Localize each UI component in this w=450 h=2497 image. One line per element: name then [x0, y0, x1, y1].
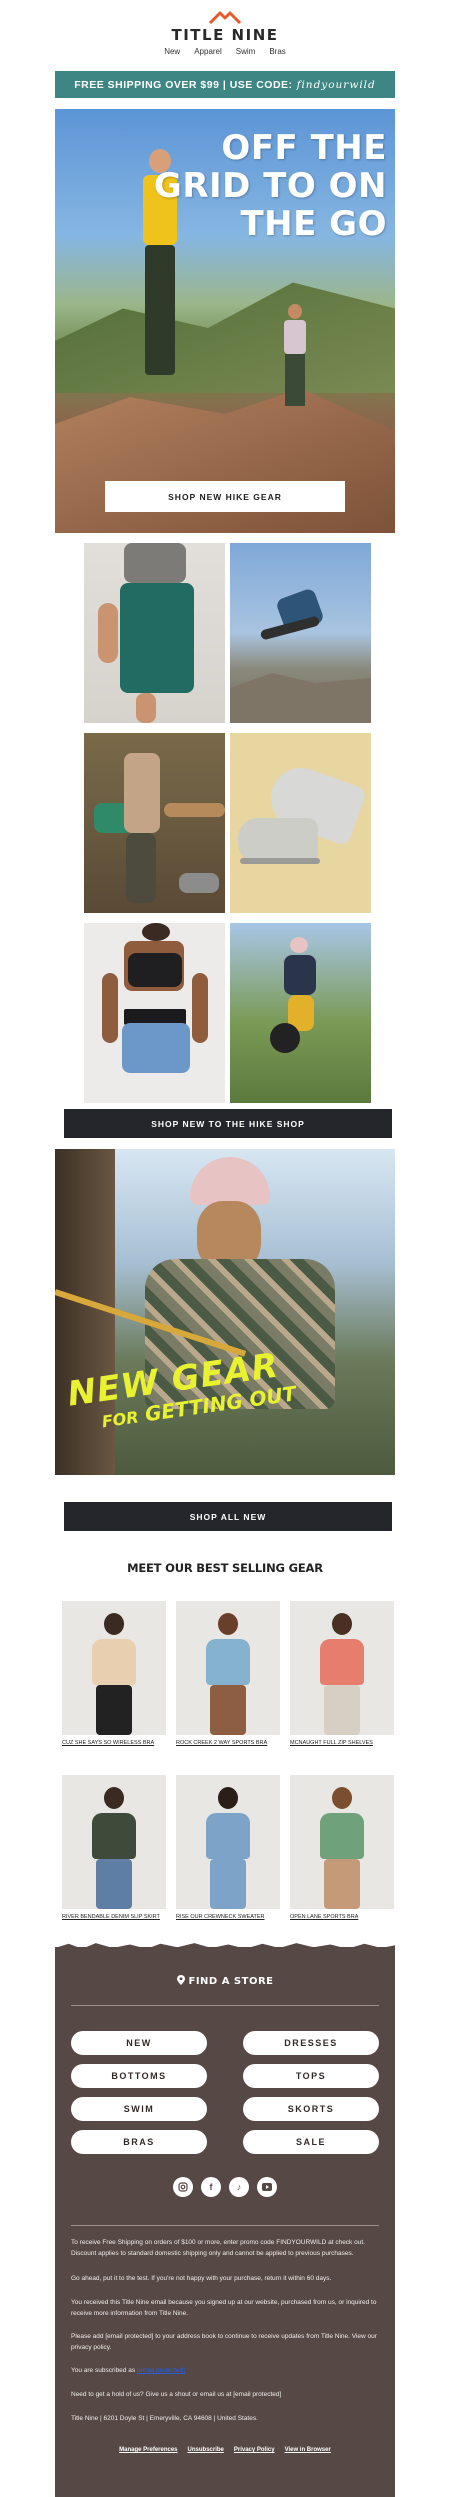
hiker-pants-tile[interactable]: [84, 543, 225, 723]
privacy-policy-link[interactable]: Privacy Policy: [234, 2447, 275, 2453]
category-sale[interactable]: SALE: [243, 2130, 379, 2154]
footer-divider: [71, 2005, 379, 2006]
new-gear-feature-image[interactable]: NEW GEAR FOR GETTING OUT: [55, 1149, 395, 1475]
category-new[interactable]: NEW: [71, 2031, 207, 2055]
product-name[interactable]: RIVER BENDABLE DENIM SLIP SKIRT: [62, 1914, 166, 1921]
shop-new-hike-gear-button[interactable]: SHOP NEW HIKE GEAR: [105, 481, 345, 512]
signup-disclaimer: You received this Title Nine email becau…: [71, 2299, 377, 2317]
promo-code: findyourwild: [296, 78, 376, 91]
subscriber-email-link[interactable]: [email protected]: [137, 2367, 185, 2374]
feature-cap: [190, 1157, 270, 1205]
shop-all-new-button[interactable]: SHOP ALL NEW: [64, 1502, 392, 1531]
jumping-hiker-tile[interactable]: [230, 543, 371, 723]
sports-bra-shorts-tile[interactable]: [84, 923, 225, 1103]
youtube-icon[interactable]: [257, 2177, 277, 2197]
product-card[interactable]: RISE OUR CREWNECK SWEATER: [176, 1775, 280, 1921]
hero-mountain-backdrop: [55, 282, 395, 393]
product-name[interactable]: MCNAUGHT FULL ZIP SHELVES: [290, 1740, 394, 1747]
tiktok-icon[interactable]: ♪: [229, 2177, 249, 2197]
free-shipping-disclaimer: To receive Free Shipping on orders of $1…: [71, 2239, 365, 2257]
product-photo[interactable]: [62, 1601, 166, 1735]
product-name[interactable]: CUZ SHE SAYS SO WIRELESS BRA: [62, 1740, 166, 1747]
promo-text: FREE SHIPPING OVER $99 | USE CODE:: [74, 78, 293, 91]
product-card[interactable]: CUZ SHE SAYS SO WIRELESS BRA: [62, 1601, 166, 1747]
social-links: f ♪: [55, 2177, 395, 2197]
product-name[interactable]: OPEN LANE SPORTS BRA: [290, 1914, 394, 1921]
category-skorts[interactable]: SKORTS: [243, 2097, 379, 2121]
contact-help: Need to get a hold of us? Give us a shou…: [71, 2391, 282, 2398]
category-bottoms[interactable]: BOTTOMS: [71, 2064, 207, 2088]
product-photo[interactable]: [290, 1775, 394, 1909]
returns-disclaimer: Go ahead, put it to the test. If you're …: [71, 2275, 332, 2282]
email-footer: FIND A STORE NEW DRESSES BOTTOMS TOPS SW…: [55, 1943, 395, 2497]
view-in-browser-link[interactable]: View in Browser: [285, 2447, 331, 2453]
nav-item-swim[interactable]: Swim: [236, 47, 256, 56]
category-bras[interactable]: BRAS: [71, 2130, 207, 2154]
hero-image[interactable]: OFF THE GRID TO ON THE GO SHOP NEW HIKE …: [55, 109, 395, 533]
brand-name: TITLE NINE: [171, 26, 279, 44]
email-header: TITLE NINE New Apparel Swim Bras: [0, 0, 450, 60]
subscribed-as: You are subscribed as [email protected]: [71, 2367, 185, 2374]
free-shipping-banner[interactable]: FREE SHIPPING OVER $99 | USE CODE: findy…: [55, 71, 395, 98]
manage-preferences-link[interactable]: Manage Preferences: [119, 2447, 177, 2453]
category-swim[interactable]: SWIM: [71, 2097, 207, 2121]
shop-hike-shop-button[interactable]: SHOP NEW TO THE HIKE SHOP: [64, 1109, 392, 1138]
nav-item-apparel[interactable]: Apparel: [194, 47, 222, 56]
top-nav: New Apparel Swim Bras: [0, 47, 450, 56]
camp-table-tile[interactable]: [84, 733, 225, 913]
product-photo[interactable]: [290, 1601, 394, 1735]
facebook-icon[interactable]: f: [201, 2177, 221, 2197]
hero-headline: OFF THE GRID TO ON THE GO: [153, 128, 387, 244]
address-book-disclaimer: Please add [email protected] to your add…: [71, 2333, 377, 2351]
product-name[interactable]: RISE OUR CREWNECK SWEATER: [176, 1914, 280, 1921]
hero-hiker-secondary: [280, 304, 310, 414]
nav-item-new[interactable]: New: [164, 47, 180, 56]
product-card[interactable]: OPEN LANE SPORTS BRA: [290, 1775, 394, 1921]
product-card[interactable]: ROCK CREEK 2 WAY SPORTS BRA: [176, 1601, 280, 1747]
product-card[interactable]: MCNAUGHT FULL ZIP SHELVES: [290, 1601, 394, 1747]
product-photo[interactable]: [62, 1775, 166, 1909]
best-sellers-title: MEET OUR BEST SELLING GEAR: [127, 1561, 323, 1575]
footer-links: Manage Preferences Unsubscribe Privacy P…: [55, 2447, 395, 2453]
torn-paper-edge: [55, 1943, 395, 1955]
nav-item-bras[interactable]: Bras: [269, 47, 285, 56]
company-address: Title Nine | 6201 Doyle St | Emeryville,…: [71, 2415, 258, 2422]
hiking-shoes-tile[interactable]: [230, 733, 371, 913]
product-photo[interactable]: [176, 1775, 280, 1909]
footer-divider: [71, 2225, 379, 2226]
find-a-store-link[interactable]: FIND A STORE: [55, 1975, 395, 1987]
category-tops[interactable]: TOPS: [243, 2064, 379, 2088]
brand-logo[interactable]: TITLE NINE: [0, 10, 450, 44]
unsubscribe-link[interactable]: Unsubscribe: [188, 2447, 224, 2453]
trail-runner-tile[interactable]: [230, 923, 371, 1103]
product-card[interactable]: RIVER BENDABLE DENIM SLIP SKIRT: [62, 1775, 166, 1921]
logo-mark-icon: [208, 11, 242, 24]
map-pin-icon: [176, 1975, 185, 1985]
instagram-icon[interactable]: [173, 2177, 193, 2197]
product-photo[interactable]: [176, 1601, 280, 1735]
product-name[interactable]: ROCK CREEK 2 WAY SPORTS BRA: [176, 1740, 280, 1747]
category-dresses[interactable]: DRESSES: [243, 2031, 379, 2055]
